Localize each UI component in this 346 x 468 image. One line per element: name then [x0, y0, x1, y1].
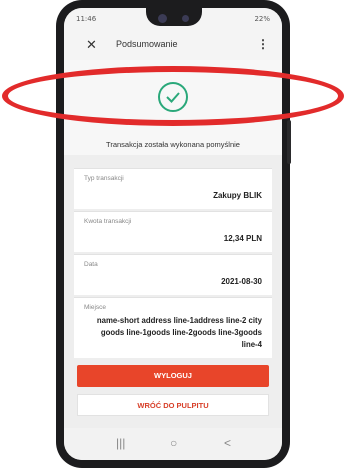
- checkmark-circle-icon: [158, 82, 188, 112]
- detail-value: Zakupy BLIK: [213, 191, 262, 200]
- back-to-dashboard-button[interactable]: WRÓĆ DO PULPITU: [77, 394, 269, 416]
- detail-label: Typ transakcji: [84, 175, 124, 182]
- close-icon[interactable]: ✕: [86, 37, 97, 53]
- detail-value: 2021-08-30: [221, 277, 262, 286]
- page-title: Podsumowanie: [116, 39, 178, 49]
- detail-value: name-short address line-1address line-2 …: [96, 316, 262, 349]
- back-icon[interactable]: <: [224, 436, 231, 450]
- success-section: Transakcja została wykonana pomyślnie: [64, 60, 282, 155]
- detail-amount: Kwota transakcji 12,34 PLN: [74, 211, 272, 252]
- logout-button[interactable]: WYLOGUJ: [77, 365, 269, 387]
- detail-transaction-type: Typ transakcji Zakupy BLIK: [74, 168, 272, 209]
- detail-label: Miejsce: [84, 304, 107, 311]
- more-vertical-icon[interactable]: ⋮: [257, 37, 269, 51]
- front-camera-secondary: [182, 15, 189, 22]
- top-app-bar: ✕ Podsumowanie ⋮: [64, 30, 282, 60]
- camera-notch: [146, 8, 202, 26]
- detail-date: Data 2021-08-30: [74, 254, 272, 295]
- front-camera: [158, 14, 167, 23]
- recents-icon[interactable]: |||: [116, 436, 125, 450]
- detail-label: Kwota transakcji: [84, 218, 132, 225]
- phone-screen: 11:46 22% ✕ Podsumowanie ⋮ Transakcja zo…: [64, 8, 282, 460]
- detail-value: 12,34 PLN: [223, 234, 262, 243]
- phone-side-button: [287, 120, 291, 164]
- android-nav-bar: ||| ○ <: [64, 428, 282, 460]
- detail-label: Data: [84, 261, 98, 268]
- home-icon[interactable]: ○: [170, 436, 177, 450]
- success-message: Transakcja została wykonana pomyślnie: [106, 140, 240, 149]
- detail-place: Miejsce name-short address line-1address…: [74, 297, 272, 358]
- status-battery: 22%: [254, 15, 270, 23]
- status-time: 11:46: [76, 15, 97, 23]
